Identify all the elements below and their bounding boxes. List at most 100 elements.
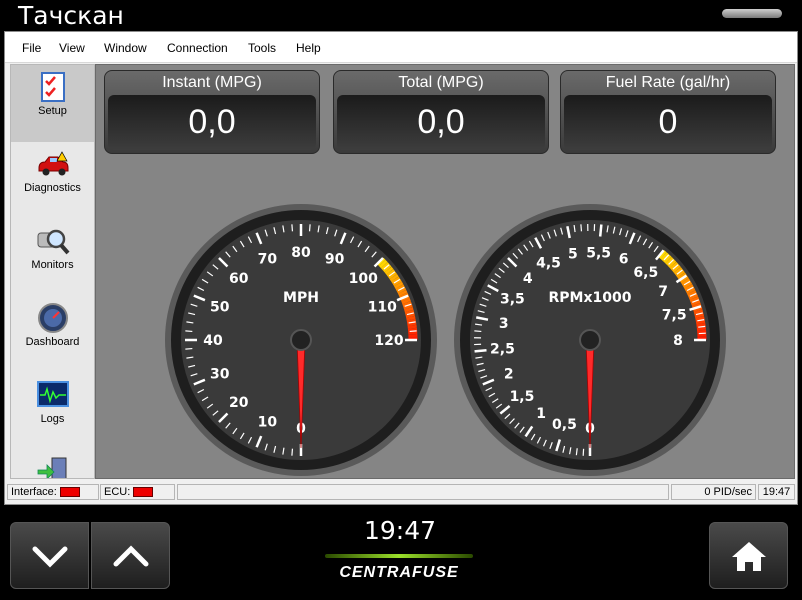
tick-label: 10 xyxy=(258,414,278,430)
sidebar-item-label: Diagnostics xyxy=(24,182,81,194)
title-bar: Тачскан xyxy=(0,0,802,31)
chevron-down-icon xyxy=(32,546,68,568)
total-mpg-readout: Total (MPG) 0,0 xyxy=(333,70,549,154)
tick-label: 4 xyxy=(523,271,533,287)
menu-help[interactable]: Help xyxy=(296,41,321,55)
tick-label: 30 xyxy=(210,367,230,383)
sidebar-item-logs[interactable]: Logs xyxy=(11,373,94,450)
accent-line xyxy=(325,554,473,558)
readout-value: 0 xyxy=(658,103,678,141)
sidebar-item-diagnostics[interactable]: Diagnostics xyxy=(11,142,94,219)
sidebar-item-label: Monitors xyxy=(31,259,74,271)
tick-label: 6 xyxy=(619,252,629,268)
tick-label: 7 xyxy=(658,284,668,300)
brand-logo: CENTRAFUSE xyxy=(339,564,459,581)
minor-tick xyxy=(308,224,311,232)
readout-label: Fuel Rate (gal/hr) xyxy=(605,74,731,91)
minor-tick xyxy=(291,448,294,456)
status-time: 19:47 xyxy=(758,484,795,500)
tick-label: 40 xyxy=(203,333,223,349)
tick-label: 90 xyxy=(325,252,345,268)
tick-label: 7,5 xyxy=(662,307,687,323)
sidebar-item-setup[interactable]: Setup xyxy=(11,65,94,142)
minor-tick xyxy=(291,224,294,232)
interface-label: Interface: xyxy=(11,486,57,498)
fuel-rate-readout: Fuel Rate (gal/hr) 0 xyxy=(560,70,776,154)
waveform-icon xyxy=(36,381,69,407)
tick-label: 110 xyxy=(368,299,397,315)
redline-band-segment xyxy=(378,259,388,269)
redline-band-segment xyxy=(389,274,399,282)
tick-label: 50 xyxy=(210,299,230,315)
redline-band-segment xyxy=(401,298,411,305)
minor-tick xyxy=(185,347,193,350)
needle-hub xyxy=(290,329,312,351)
redline-band-segment xyxy=(394,281,404,289)
checklist-icon xyxy=(40,72,65,102)
app-window: File View Window Connection Tools Help S… xyxy=(4,31,798,505)
sidebar-item-label: Logs xyxy=(40,413,65,425)
app-title: Тачскан xyxy=(18,1,124,30)
minor-tick xyxy=(409,330,417,333)
minor-tick xyxy=(474,330,482,333)
interface-status: Interface: xyxy=(7,484,99,500)
readout-value: 0,0 xyxy=(417,103,465,141)
home-button[interactable] xyxy=(709,522,788,589)
sidebar-item-exit[interactable] xyxy=(11,450,94,478)
tick-label: 80 xyxy=(291,245,311,261)
minor-tick xyxy=(698,325,706,328)
tick-label: 5 xyxy=(568,247,578,263)
tick-label: 3,5 xyxy=(500,292,525,308)
tick-label: 1,5 xyxy=(510,389,535,405)
tick-label: 0,5 xyxy=(552,417,577,433)
ecu-indicator xyxy=(133,487,154,498)
tick-label: 5,5 xyxy=(586,245,611,261)
minimize-handle[interactable] xyxy=(722,9,782,18)
magnifier-icon xyxy=(37,229,70,255)
sidebar-item-dashboard[interactable]: Dashboard xyxy=(11,296,94,373)
scroll-up-button[interactable] xyxy=(91,522,170,589)
tick-label: 20 xyxy=(229,395,249,411)
redline-band-segment xyxy=(398,289,408,297)
speedometer-gauge: 0102030405060708090100110120MPH xyxy=(165,204,437,476)
menu-bar: File View Window Connection Tools Help xyxy=(5,32,797,63)
status-message xyxy=(177,484,669,500)
unit-label: RPMx1000 xyxy=(549,290,632,306)
major-tick xyxy=(474,348,487,353)
sidebar-item-label: Setup xyxy=(38,105,67,117)
menu-view[interactable]: View xyxy=(59,41,85,55)
minor-tick xyxy=(575,448,578,456)
tick-label: 2 xyxy=(504,367,514,383)
sidebar: Setup Diagnostics Monitors Dashboard Log… xyxy=(10,64,95,479)
tick-label: 8 xyxy=(673,333,683,349)
ecu-label: ECU: xyxy=(104,486,131,498)
tachometer-gauge: 00,511,522,533,544,555,566,577,58RPMx100… xyxy=(454,204,726,476)
exit-door-icon xyxy=(37,457,66,478)
redline-band-segment xyxy=(384,266,394,275)
menu-file[interactable]: File xyxy=(22,41,41,55)
minor-tick xyxy=(185,330,193,333)
menu-tools[interactable]: Tools xyxy=(248,41,276,55)
tick-label: 4,5 xyxy=(536,255,561,271)
tick-label: 3 xyxy=(499,316,509,332)
tick-label: 120 xyxy=(374,333,403,349)
home-icon xyxy=(732,542,766,571)
sidebar-item-monitors[interactable]: Monitors xyxy=(11,219,94,296)
redline-band-segment xyxy=(404,306,414,313)
major-tick xyxy=(598,224,603,237)
pid-rate: 0 PID/sec xyxy=(671,484,756,500)
scroll-down-button[interactable] xyxy=(10,522,89,589)
status-bar: Interface: ECU: 0 PID/sec 19:47 xyxy=(5,482,797,504)
menu-window[interactable]: Window xyxy=(104,41,147,55)
chevron-up-icon xyxy=(113,545,149,567)
menu-connection[interactable]: Connection xyxy=(167,41,228,55)
dashboard-panel: Instant (MPG) 0,0 Total (MPG) 0,0 Fuel R… xyxy=(95,64,795,479)
sidebar-item-label: Dashboard xyxy=(25,336,80,348)
red-car-icon xyxy=(38,151,68,176)
tick-label: 2,5 xyxy=(490,342,515,358)
needle-hub xyxy=(579,329,601,351)
bottom-bar: 19:47 CENTRAFUSE xyxy=(0,508,802,600)
interface-indicator xyxy=(59,487,80,498)
clock: 19:47 xyxy=(363,516,437,545)
unit-label: MPH xyxy=(283,290,319,306)
